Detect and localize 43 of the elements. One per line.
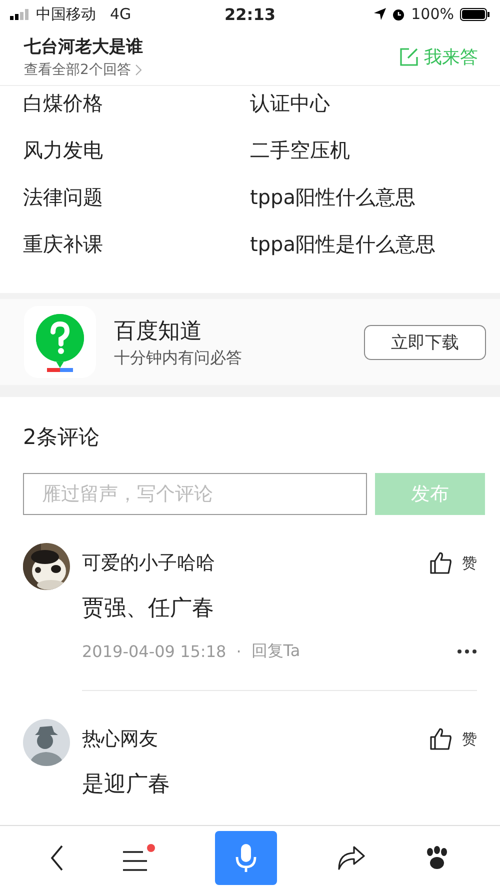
thumbs-up-icon <box>430 728 452 750</box>
thumbs-up-icon <box>430 552 452 574</box>
battery-icon <box>460 8 490 20</box>
clock-label: 22:13 <box>224 4 276 24</box>
related-link[interactable]: tppa阳性是什么意思 <box>250 229 500 276</box>
related-link[interactable]: 白煤价格 <box>23 88 250 135</box>
related-link[interactable]: 认证中心 <box>250 88 500 135</box>
like-button[interactable]: 赞 <box>430 552 477 574</box>
related-link[interactable]: 法律问题 <box>23 182 250 229</box>
battery-label: 100% <box>411 5 454 23</box>
related-link[interactable]: 风力发电 <box>23 135 250 182</box>
related-link[interactable]: 重庆补课 <box>23 229 250 276</box>
voice-button[interactable] <box>214 830 277 884</box>
more-icon[interactable] <box>457 649 477 654</box>
related-link[interactable]: tppa阳性什么意思 <box>250 182 500 229</box>
carrier-label: 中国移动 <box>36 4 96 24</box>
comment-text: 是迎广春 <box>82 771 171 799</box>
app-name: 百度知道 <box>114 318 203 346</box>
edit-icon <box>400 48 418 66</box>
location-icon <box>374 8 386 20</box>
comment-date: 2019-04-09 15:18 <box>82 642 226 661</box>
network-label: 4G <box>110 5 132 23</box>
menu-button[interactable] <box>123 844 156 872</box>
like-button[interactable]: 赞 <box>430 728 477 750</box>
app-icon <box>24 306 96 378</box>
separator-dot: · <box>236 642 242 661</box>
comment-text: 贾强、任广春 <box>82 595 215 623</box>
back-button[interactable] <box>50 844 64 870</box>
chevron-right-icon <box>134 64 143 76</box>
download-button[interactable]: 立即下载 <box>364 324 486 360</box>
commenter-name: 热心网友 <box>82 727 159 752</box>
related-link[interactable]: 二手空压机 <box>250 135 500 182</box>
signal-icon <box>10 8 30 20</box>
question-title: 七台河老大是谁 <box>24 36 144 58</box>
microphone-icon <box>234 842 257 872</box>
comments-heading: 2条评论 <box>22 424 100 451</box>
avatar-icon <box>23 719 70 766</box>
alarm-icon <box>392 8 406 20</box>
comment-input[interactable]: 雁过留声，写个评论 <box>23 473 367 515</box>
commenter-name: 可爱的小子哈哈 <box>82 551 216 576</box>
view-answers-link[interactable]: 查看全部2个回答 <box>24 60 400 78</box>
share-button[interactable] <box>336 844 365 870</box>
app-tagline: 十分钟内有问必答 <box>114 348 243 368</box>
